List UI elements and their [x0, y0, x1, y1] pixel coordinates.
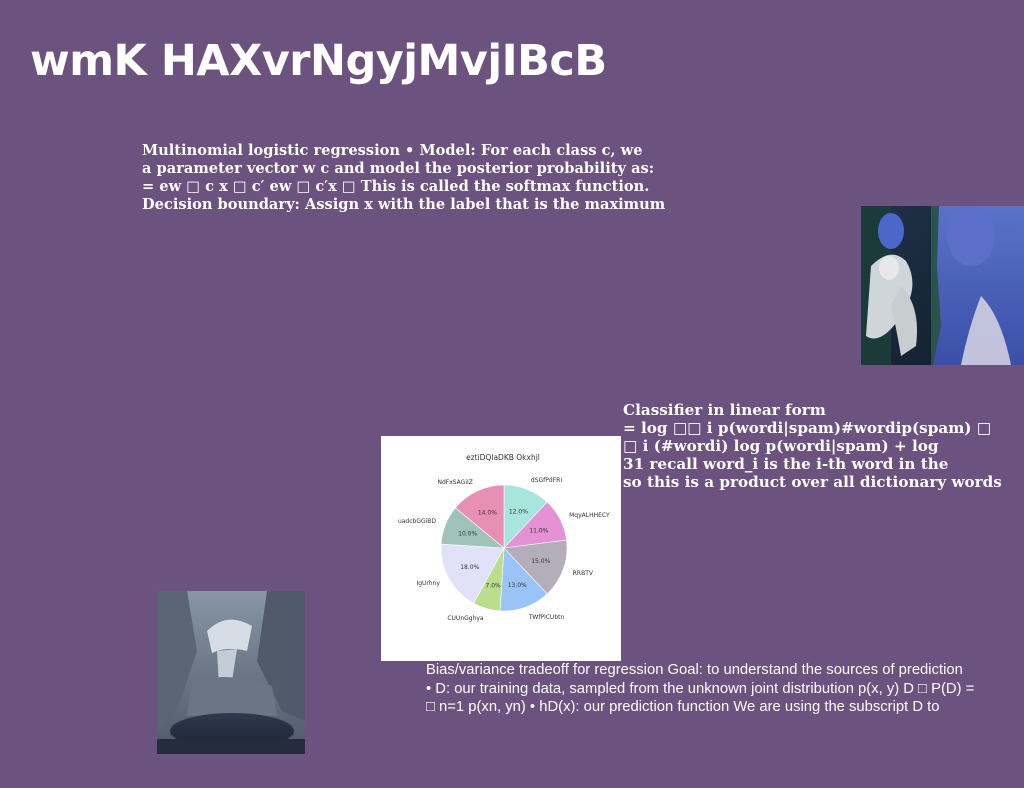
linear-classifier-text-block: Classifier in linear form = log □□ i p(w…: [623, 401, 1023, 491]
slice-category-label: uadcbGGiBD: [398, 518, 436, 525]
slice-percent-label: 15.0%: [531, 558, 550, 565]
page-title: wmK HAXvrNgyjMvjIBcB: [30, 36, 607, 86]
softmax-text-block: Multinomial logistic regression • Model:…: [142, 142, 742, 214]
slice-category-label: IgUrhny: [416, 580, 440, 587]
text-line: • D: our training data, sampled from the…: [426, 680, 975, 697]
slice-category-label: NdFxSAGiIZ: [437, 479, 472, 486]
slice-percent-label: 10.0%: [458, 531, 477, 538]
slice-percent-label: 11.0%: [529, 527, 548, 534]
bias-variance-text-block: Bias/variance tradeoff for regression Go…: [426, 661, 1024, 717]
slice-percent-label: 18.0%: [460, 564, 479, 571]
text-line: □ n=1 p(xn, yn) • hD(x): our prediction …: [426, 699, 940, 715]
text-line: = log □□ i p(wordi|spam)#wordip(spam) □: [623, 419, 992, 437]
slice-category-label: RRBTV: [573, 570, 594, 577]
people-photo: [861, 206, 1024, 365]
text-line: a parameter vector w c and model the pos…: [142, 160, 655, 177]
text-line: 31 recall word_i is the i-th word in the: [623, 455, 949, 473]
text-line: so this is a product over all dictionary…: [623, 473, 1002, 491]
text-line: Decision boundary: Assign x with the lab…: [142, 196, 666, 213]
slice-percent-label: 13.0%: [508, 582, 527, 589]
slice-percent-label: 7.0%: [485, 583, 501, 590]
slice-category-label: dSGfPdFRI: [531, 477, 562, 484]
slice-percent-label: 14.0%: [478, 510, 497, 517]
chart-title: eztiDQlaDKB Okxhjl: [466, 453, 540, 462]
mountain-lake-photo: [157, 591, 305, 754]
text-line: Multinomial logistic regression • Model:…: [142, 142, 643, 159]
text-line: □ i (#wordi) log p(wordi|spam) + log: [623, 437, 939, 455]
pie-chart: eztiDQlaDKB Okxhjl 12.0% dSGfPdFRI 11.0% Mq…: [398, 453, 610, 622]
slice-percent-label: 12.0%: [509, 509, 528, 516]
slice-category-label: TWfPlCUbtn: [528, 614, 565, 621]
pie-chart-card: eztiDQlaDKB Okxhjl 12.0% dSGfPdFRI 11.0% Mq…: [381, 436, 621, 661]
text-line: Classifier in linear form: [623, 401, 826, 419]
slice-category-label: MqyALHHECY: [569, 512, 610, 519]
text-line: = ew □ c x □ c′ ew □ c′x □ This is calle…: [142, 178, 650, 195]
slice-category-label: CUUnGghya: [447, 615, 484, 622]
text-line: Bias/variance tradeoff for regression Go…: [426, 662, 963, 678]
